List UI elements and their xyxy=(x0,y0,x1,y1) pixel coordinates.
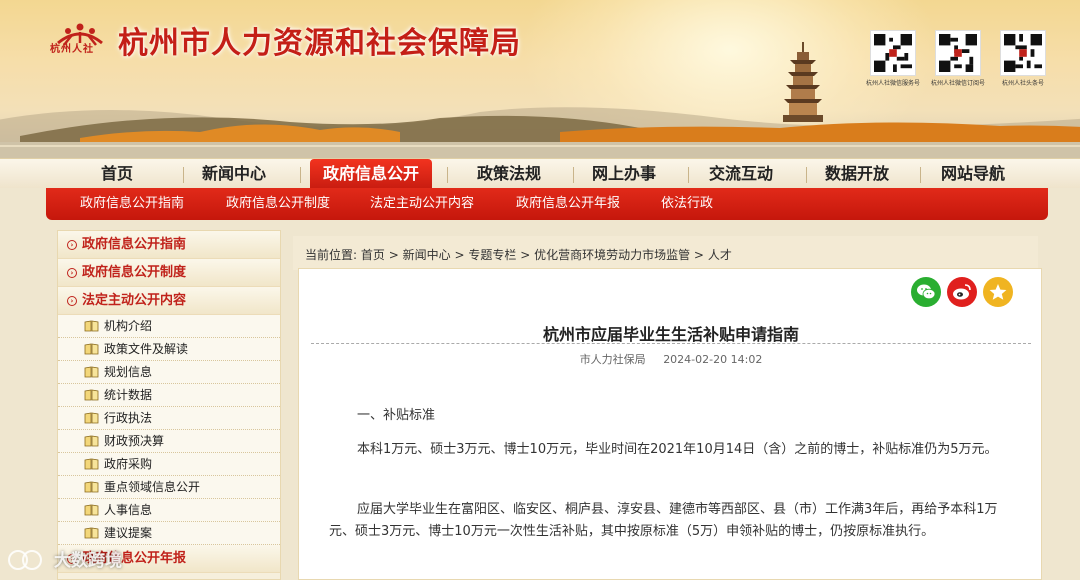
nav-item-online-service[interactable]: 网上办事 xyxy=(578,159,670,189)
sidebar-subitem-label: 统计数据 xyxy=(104,388,153,402)
book-icon xyxy=(84,504,99,516)
sidebar-subitem-label: 建议提案 xyxy=(104,526,153,540)
pagoda-icon xyxy=(783,42,823,122)
logo-text: 杭州人社 xyxy=(50,44,94,55)
article-paragraph: 应届大学毕业生在富阳区、临安区、桐庐县、淳安县、建德市等西部区、县（市）工作满3… xyxy=(329,502,998,539)
sidebar-subitem-label: 规划信息 xyxy=(104,365,153,379)
nav-separator xyxy=(920,167,921,183)
article-section-heading: 一、补贴标准 xyxy=(357,408,436,423)
article-paragraph: 本科1万元、硕士3万元、博士10万元，毕业时间在2021年10月14日（含）之前… xyxy=(357,442,998,457)
qr-caption: 杭州人社微信订阅号 xyxy=(930,80,985,87)
book-icon xyxy=(84,458,99,470)
sidebar-item-label: 法定主动公开内容 xyxy=(82,293,187,308)
lake-landscape xyxy=(0,107,1080,158)
article-date: 2024-02-20 14:02 xyxy=(663,353,763,366)
sidebar-subitem-label: 政策文件及解读 xyxy=(104,342,189,356)
weibo-icon[interactable] xyxy=(947,277,977,307)
nav-separator xyxy=(573,167,574,183)
book-icon xyxy=(84,389,99,401)
left-sidebar: › 政府信息公开指南 › 政府信息公开制度 › 法定主动公开内容 机构介绍 政策文件及… xyxy=(57,230,281,580)
wechat-icon[interactable] xyxy=(911,277,941,307)
sidebar-subitem-policy[interactable]: 政策文件及解读 xyxy=(58,338,280,361)
qr-caption: 杭州人社头条号 xyxy=(1001,80,1044,87)
sidebar-subitem-proposals[interactable]: 建议提案 xyxy=(58,522,280,545)
sidebar-subitem-label: 重点领域信息公开 xyxy=(104,480,201,494)
sidebar-subitem-statistics[interactable]: 统计数据 xyxy=(58,384,280,407)
header-banner: 杭州人社 杭州市人力资源和社会保障局 杭州人社微信服务号 杭州人社微信订阅号 杭… xyxy=(0,0,1080,158)
nav-separator xyxy=(300,167,301,183)
chevron-right-icon: › xyxy=(67,240,77,250)
sidebar-subitem-key-areas[interactable]: 重点领域信息公开 xyxy=(58,476,280,499)
breadcrumb-separator: > xyxy=(454,248,465,262)
subnav-item-annual-report[interactable]: 政府信息公开年报 xyxy=(516,188,620,220)
sidebar-item-guide[interactable]: › 政府信息公开指南 xyxy=(58,231,280,259)
breadcrumb: 当前位置: 首页 > 新闻中心 > 专题专栏 > 优化营商环境劳动力市场监管 >… xyxy=(293,236,1038,270)
breadcrumb-trail: 当前位置: 首页 > 新闻中心 > 专题专栏 > 优化营商环境劳动力市场监管 >… xyxy=(305,246,732,263)
sidebar-subitem-label: 政府采购 xyxy=(104,457,153,471)
breadcrumb-separator: > xyxy=(388,248,399,262)
nav-item-open-data[interactable]: 数据开放 xyxy=(810,159,904,189)
sidebar-subitem-enforcement[interactable]: 行政执法 xyxy=(58,407,280,430)
nav-item-home[interactable]: 首页 xyxy=(70,159,164,189)
sidebar-subitem-personnel[interactable]: 人事信息 xyxy=(58,499,280,522)
qr-code-icon xyxy=(870,30,916,76)
sidebar-item-system[interactable]: › 政府信息公开制度 xyxy=(58,259,280,287)
nav-item-policy[interactable]: 政策法规 xyxy=(460,159,558,189)
book-icon xyxy=(84,435,99,447)
subnav-item-law-admin[interactable]: 依法行政 xyxy=(661,188,713,220)
favorite-icon[interactable] xyxy=(983,277,1013,307)
sidebar-subitem-label: 人事信息 xyxy=(104,503,153,517)
sidebar-item-label: 政府信息公开制度 xyxy=(82,265,187,280)
sidebar-subitem-budget[interactable]: 财政预决算 xyxy=(58,430,280,453)
sidebar-subitem-org[interactable]: 机构介绍 xyxy=(58,315,280,338)
chevron-right-icon: › xyxy=(67,296,77,306)
book-icon xyxy=(84,366,99,378)
breadcrumb-link-business-env[interactable]: 优化营商环境劳动力市场监管 xyxy=(534,248,690,262)
nav-separator xyxy=(447,167,448,183)
breadcrumb-link-topics[interactable]: 专题专栏 xyxy=(468,248,516,262)
book-icon xyxy=(84,412,99,424)
watermark-logo-icon xyxy=(8,550,42,570)
nav-separator xyxy=(688,167,689,183)
sidebar-subitem-label: 机构介绍 xyxy=(104,319,153,333)
book-icon xyxy=(84,527,99,539)
qr-code-icon xyxy=(935,30,981,76)
site-title[interactable]: 杭州市人力资源和社会保障局 xyxy=(118,18,521,62)
article-title: 杭州市应届毕业生生活补贴申请指南 xyxy=(542,325,799,344)
breadcrumb-separator: > xyxy=(520,248,531,262)
article-panel: 杭州市应届毕业生生活补贴申请指南 市人力社保局 2024-02-20 14:02… xyxy=(298,268,1042,580)
book-icon xyxy=(84,343,99,355)
subnav-item-content[interactable]: 法定主动公开内容 xyxy=(370,188,474,220)
breadcrumb-link-home[interactable]: 首页 xyxy=(361,248,385,262)
breadcrumb-separator: > xyxy=(693,248,704,262)
nav-item-site-nav[interactable]: 网站导航 xyxy=(926,159,1020,189)
sidebar-item-content[interactable]: › 法定主动公开内容 xyxy=(58,287,280,315)
nav-item-news[interactable]: 新闻中心 xyxy=(188,159,280,189)
main-nav: 首页 新闻中心 政府信息公开 政策法规 网上办事 交流互动 数据开放 网站导航 xyxy=(0,158,1080,189)
book-icon xyxy=(84,320,99,332)
title-divider xyxy=(311,343,1031,344)
sidebar-item-label: 政府信息公开指南 xyxy=(82,237,187,252)
watermark-text: 大数跨境 xyxy=(54,551,122,571)
qr-caption: 杭州人社微信服务号 xyxy=(865,80,920,87)
subnav-item-guide[interactable]: 政府信息公开指南 xyxy=(80,188,184,220)
book-icon xyxy=(84,481,99,493)
breadcrumb-link-talent[interactable]: 人才 xyxy=(708,248,732,262)
nav-item-interaction[interactable]: 交流互动 xyxy=(694,159,788,189)
sidebar-subitem-label: 财政预决算 xyxy=(104,434,165,448)
subnav-item-system[interactable]: 政府信息公开制度 xyxy=(226,188,330,220)
chevron-right-icon: › xyxy=(67,268,77,278)
nav-separator xyxy=(806,167,807,183)
sidebar-subitem-label: 行政执法 xyxy=(104,411,153,425)
qr-code-icon xyxy=(1000,30,1046,76)
article-meta: 市人力社保局 2024-02-20 14:02 xyxy=(299,351,1043,367)
nav-separator xyxy=(183,167,184,183)
breadcrumb-prefix: 当前位置: xyxy=(305,248,358,262)
nav-item-gov-info[interactable]: 政府信息公开 xyxy=(310,159,432,189)
sidebar-subitem-procurement[interactable]: 政府采购 xyxy=(58,453,280,476)
breadcrumb-link-news[interactable]: 新闻中心 xyxy=(403,248,451,262)
sub-nav: 政府信息公开指南 政府信息公开制度 法定主动公开内容 政府信息公开年报 依法行政 xyxy=(46,188,1048,220)
article-source: 市人力社保局 xyxy=(579,353,646,366)
sidebar-subitem-planning[interactable]: 规划信息 xyxy=(58,361,280,384)
